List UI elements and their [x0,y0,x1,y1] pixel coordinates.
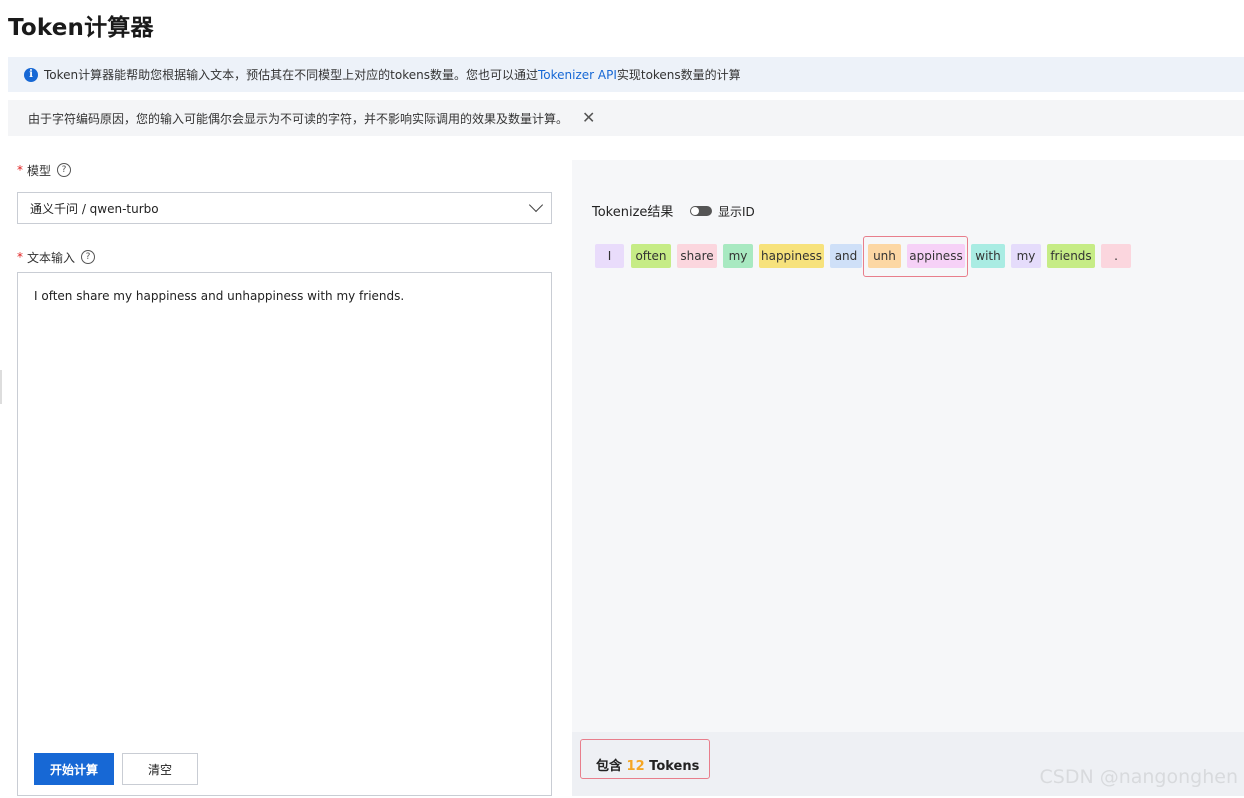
model-label: 模型 [27,163,52,178]
required-mark: * [17,250,23,264]
token-chip: with [971,244,1005,268]
help-icon[interactable]: ? [81,250,96,264]
highlight-box [863,236,968,277]
token-chip: and [830,244,862,268]
text-field-label: * 文本输入 ? [17,247,552,267]
page-title: Token计算器 [8,15,154,41]
show-id-toggle[interactable] [690,206,712,216]
edge-marker [0,370,2,404]
token-chip: share [677,244,717,268]
notice-banner: 由于字符编码原因，您的输入可能偶尔会显示为不可读的字符，并不影响实际调用的效果及… [8,100,1244,136]
token-chip: I [595,244,624,268]
clear-button[interactable]: 清空 [122,753,198,785]
required-mark: * [17,163,23,177]
start-calculate-button[interactable]: 开始计算 [34,753,114,785]
notice-text: 由于字符编码原因，您的输入可能偶尔会显示为不可读的字符，并不影响实际调用的效果及… [28,111,569,126]
help-icon[interactable]: ? [57,163,72,177]
token-chip: . [1101,244,1131,268]
tokenizer-api-link[interactable]: Tokenizer API [538,68,617,82]
info-text: Token计算器能帮助您根据输入文本，预估其在不同模型上对应的tokens数量。… [44,68,538,82]
info-text-end: 实现tokens数量的计算 [616,68,741,82]
token-chip: happiness [759,244,824,268]
token-chip: my [723,244,753,268]
highlight-box [580,739,710,779]
model-field-label: * 模型 ? [17,160,552,180]
text-input[interactable]: I often share my happiness and unhappine… [17,272,552,796]
token-chip: often [631,244,671,268]
watermark: CSDN @nangonghen [1039,766,1239,788]
model-select-value: 通义千问 / qwen-turbo [30,201,159,216]
token-chip: my [1011,244,1041,268]
chevron-down-icon [528,197,544,213]
show-id-label: 显示ID [718,205,755,219]
text-label: 文本输入 [27,250,76,265]
close-icon[interactable]: ✕ [582,110,595,126]
info-banner: i Token计算器能帮助您根据输入文本，预估其在不同模型上对应的tokens数… [8,57,1244,92]
token-chip: friends [1047,244,1095,268]
result-label: Tokenize结果 [592,205,674,220]
model-select[interactable]: 通义千问 / qwen-turbo [17,192,552,224]
info-icon: i [24,67,38,82]
